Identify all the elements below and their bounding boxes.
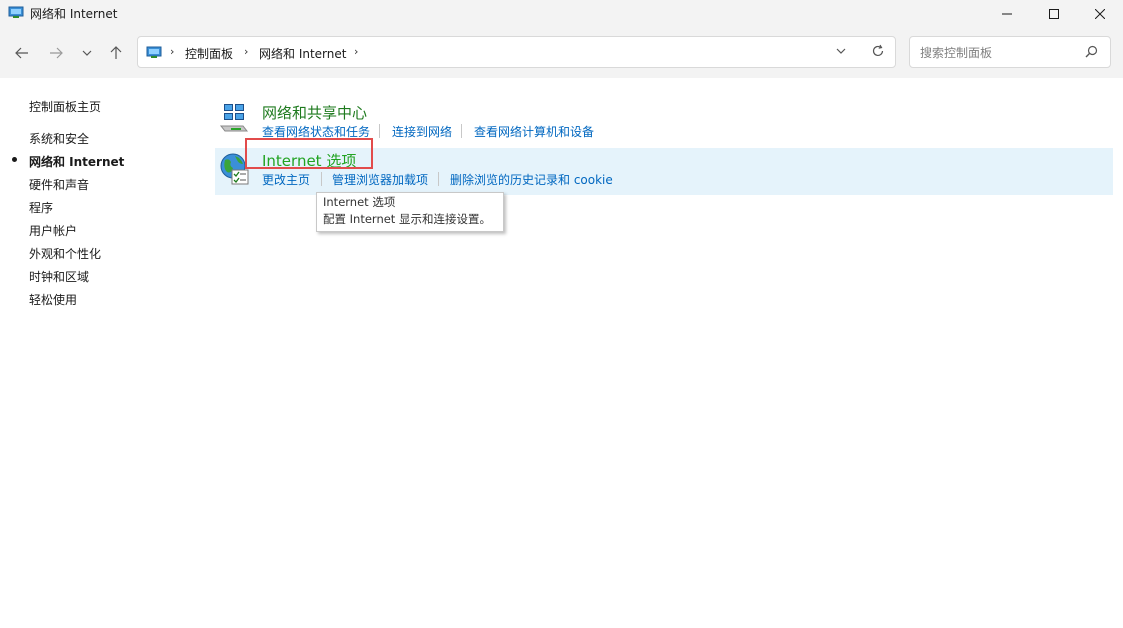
task-view-network-computers[interactable]: 查看网络计算机和设备 xyxy=(474,123,594,140)
address-dropdown-button[interactable] xyxy=(835,45,847,60)
tooltip-description: 配置 Internet 显示和连接设置。 xyxy=(323,212,491,226)
up-arrow-icon xyxy=(109,45,123,63)
tooltip-title: Internet 选项 xyxy=(323,195,396,209)
task-delete-browsing-history[interactable]: 删除浏览的历史记录和 cookie xyxy=(450,171,613,188)
search-input[interactable] xyxy=(918,43,1082,63)
search-box[interactable] xyxy=(909,36,1111,68)
sidebar-item-clock-region[interactable]: 时钟和区域 xyxy=(29,268,89,285)
maximize-icon xyxy=(1049,9,1059,19)
navigation-bar: › 控制面板 › 网络和 Internet › xyxy=(0,28,1123,78)
recent-locations-button[interactable] xyxy=(75,42,99,66)
tooltip: Internet 选项 配置 Internet 显示和连接设置。 xyxy=(316,192,504,232)
sidebar-item-control-panel-home[interactable]: 控制面板主页 xyxy=(29,98,101,115)
forward-arrow-icon xyxy=(49,46,63,63)
minimize-button[interactable] xyxy=(984,0,1030,28)
back-button[interactable] xyxy=(10,42,34,66)
address-bar[interactable]: › 控制面板 › 网络和 Internet › xyxy=(137,36,896,68)
maximize-button[interactable] xyxy=(1031,0,1077,28)
close-icon xyxy=(1095,9,1105,19)
forward-button[interactable] xyxy=(44,42,68,66)
breadcrumb-separator-icon: › xyxy=(354,45,359,58)
task-separator xyxy=(321,172,322,186)
breadcrumb-separator-icon: › xyxy=(244,45,249,58)
task-change-homepage[interactable]: 更改主页 xyxy=(262,171,310,188)
control-panel-icon xyxy=(146,44,162,63)
refresh-button[interactable] xyxy=(871,44,885,61)
title-bar: 网络和 Internet xyxy=(0,0,1123,28)
up-button[interactable] xyxy=(104,42,128,66)
category-title-network-sharing[interactable]: 网络和共享中心 xyxy=(262,102,367,123)
sidebar-item-programs[interactable]: 程序 xyxy=(29,199,53,216)
sidebar-item-appearance[interactable]: 外观和个性化 xyxy=(29,245,101,262)
sidebar-item-hardware-sound[interactable]: 硬件和声音 xyxy=(29,176,89,193)
back-arrow-icon xyxy=(15,46,29,63)
task-connect-to-network[interactable]: 连接到网络 xyxy=(392,123,452,140)
network-sharing-icon[interactable] xyxy=(219,102,249,132)
sidebar-item-system-security[interactable]: 系统和安全 xyxy=(29,130,89,147)
window-title: 网络和 Internet xyxy=(30,7,118,21)
task-separator xyxy=(379,124,380,138)
breadcrumb-separator-icon: › xyxy=(170,45,175,58)
breadcrumb-network-internet[interactable]: 网络和 Internet xyxy=(259,45,346,62)
active-bullet-icon xyxy=(12,157,17,162)
search-icon[interactable] xyxy=(1085,45,1098,61)
task-separator xyxy=(438,172,439,186)
refresh-icon xyxy=(871,44,885,61)
task-separator xyxy=(461,124,462,138)
minimize-icon xyxy=(1002,9,1012,19)
highlight-box xyxy=(245,138,373,169)
sidebar-item-network-internet[interactable]: 网络和 Internet xyxy=(29,153,124,170)
sidebar-item-ease-of-access[interactable]: 轻松使用 xyxy=(29,291,77,308)
chevron-down-icon xyxy=(82,47,92,61)
control-panel-network-icon xyxy=(8,4,24,20)
sidebar-item-user-accounts[interactable]: 用户帐户 xyxy=(29,222,77,239)
close-button[interactable] xyxy=(1077,0,1123,28)
task-manage-addons[interactable]: 管理浏览器加载项 xyxy=(332,171,428,188)
breadcrumb-control-panel[interactable]: 控制面板 xyxy=(185,45,233,62)
